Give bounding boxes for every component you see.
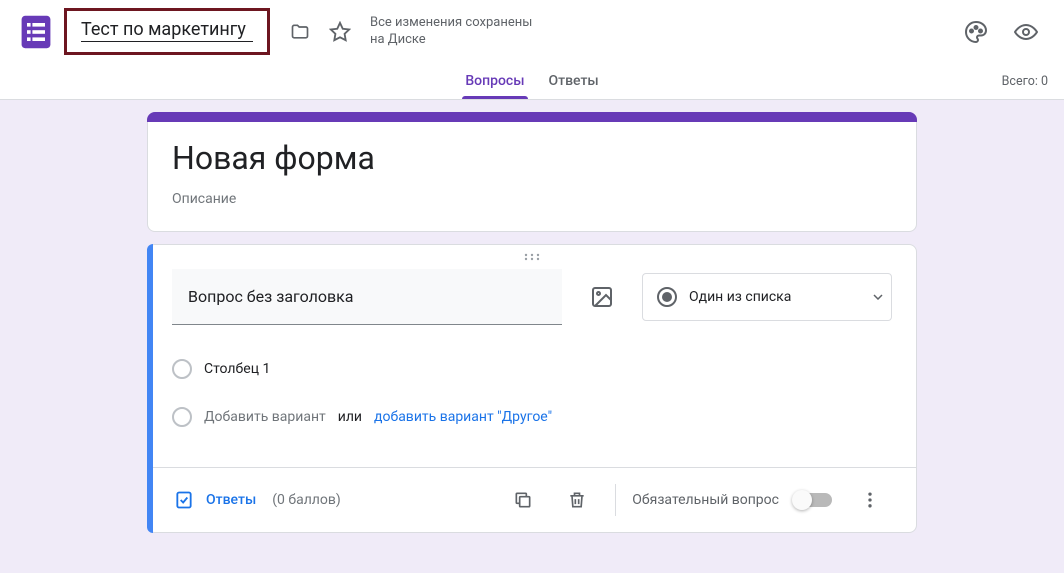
add-option-button[interactable]: Добавить вариант: [204, 409, 326, 425]
question-title-input[interactable]: [188, 287, 546, 306]
form-title-card[interactable]: Новая форма Описание: [147, 112, 917, 232]
question-input-row: Один из списка: [172, 269, 892, 325]
option-radio-icon: [172, 407, 192, 427]
delete-button[interactable]: [555, 478, 599, 522]
form-title-text[interactable]: Новая форма: [172, 139, 892, 177]
forms-logo[interactable]: [16, 12, 56, 52]
tab-responses[interactable]: Ответы: [536, 73, 610, 99]
add-image-button[interactable]: [578, 273, 626, 321]
move-to-folder-button[interactable]: [280, 12, 320, 52]
header-actions: [954, 10, 1048, 54]
option-radio-icon: [172, 359, 192, 379]
drag-handle-icon[interactable]: [148, 245, 916, 269]
required-toggle[interactable]: [795, 493, 832, 507]
radio-icon: [657, 287, 677, 307]
question-card[interactable]: Один из списка Столбец 1 Добавить вариан…: [147, 244, 917, 533]
question-body: Один из списка Столбец 1 Добавить вариан…: [148, 269, 916, 441]
required-label: Обязательный вопрос: [632, 492, 779, 508]
status-line-1: Все изменения сохранены: [370, 15, 532, 32]
question-input-wrap[interactable]: [172, 269, 562, 325]
or-text: или: [338, 409, 362, 425]
app-header: Все изменения сохранены на Диске Вопросы…: [0, 0, 1064, 100]
question-type-label: Один из списка: [689, 289, 861, 305]
tabs-row: Вопросы Ответы Всего: 0: [0, 63, 1064, 99]
option-1-text[interactable]: Столбец 1: [204, 361, 270, 377]
total-label: Всего: 0: [1002, 74, 1048, 89]
more-button[interactable]: [848, 478, 892, 522]
form-canvas: Новая форма Описание Один из списка: [0, 100, 1064, 573]
palette-button[interactable]: [954, 10, 998, 54]
answer-key-button[interactable]: Ответы: [206, 492, 256, 508]
tab-questions[interactable]: Вопросы: [453, 73, 536, 99]
status-line-2: на Диске: [370, 32, 532, 49]
divider: [615, 484, 616, 516]
duplicate-button[interactable]: [501, 478, 545, 522]
preview-button[interactable]: [1004, 10, 1048, 54]
title-highlight-box: [64, 8, 270, 55]
header-top-row: Все изменения сохранены на Диске: [0, 0, 1064, 63]
add-other-button[interactable]: добавить вариант "Другое": [374, 409, 552, 425]
points-label: (0 баллов): [272, 492, 341, 508]
form-title-input[interactable]: [81, 19, 253, 42]
add-option-row: Добавить вариант или добавить вариант "Д…: [172, 393, 892, 441]
save-status: Все изменения сохранены на Диске: [370, 15, 532, 49]
star-button[interactable]: [320, 12, 360, 52]
question-footer: Ответы (0 баллов) Обязательный вопрос: [148, 467, 916, 532]
form-description[interactable]: Описание: [172, 191, 892, 207]
answer-key-icon: [172, 488, 196, 512]
question-type-select[interactable]: Один из списка: [642, 273, 892, 321]
option-row-1[interactable]: Столбец 1: [172, 345, 892, 393]
chevron-down-icon: [873, 294, 883, 300]
